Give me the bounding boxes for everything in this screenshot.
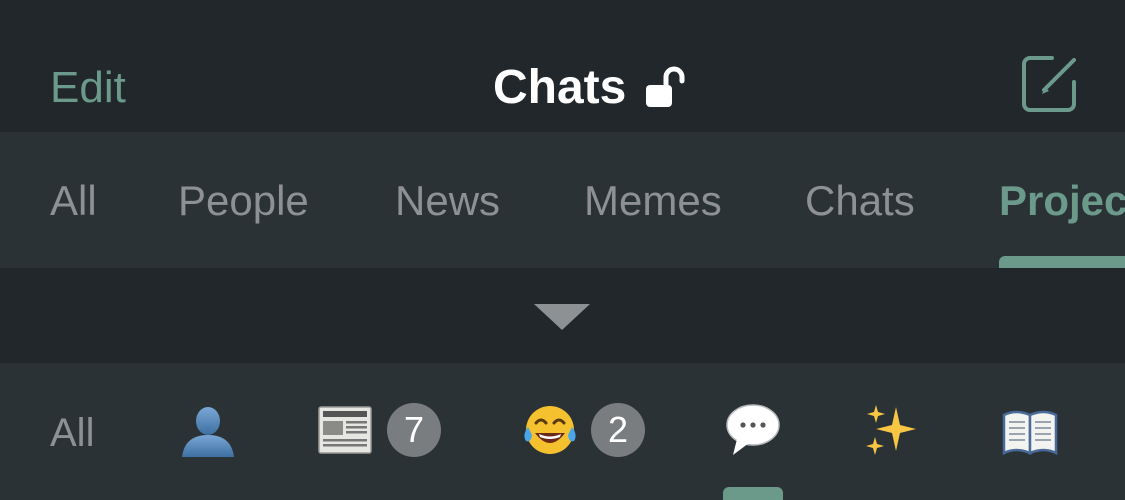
tab-chats[interactable]: Chats <box>805 176 915 226</box>
edit-button[interactable]: Edit <box>50 62 126 114</box>
speech-bubble-icon[interactable] <box>725 401 781 457</box>
tab-projects[interactable]: Projec <box>999 176 1125 226</box>
tab-news[interactable]: News <box>395 176 500 226</box>
collapse-caret-icon[interactable] <box>534 304 590 330</box>
page-title: Chats <box>493 61 627 114</box>
navigation-header: Edit Chats <box>0 0 1125 132</box>
tab-memes[interactable]: Memes <box>584 176 722 226</box>
title-group: Chats <box>493 60 690 116</box>
tab-people[interactable]: People <box>178 176 309 226</box>
unlocked-padlock-icon[interactable] <box>644 65 690 111</box>
filter-tab-bar: All People News Memes Chats Projec <box>0 132 1125 268</box>
icon-tab-all[interactable]: All <box>50 409 94 457</box>
memes-unread-badge: 2 <box>591 403 645 457</box>
tab-all[interactable]: All <box>50 176 97 226</box>
person-silhouette-icon[interactable] <box>180 405 236 457</box>
tears-of-joy-icon[interactable] <box>522 403 578 459</box>
compose-icon[interactable] <box>1018 52 1082 116</box>
active-icon-tab-indicator <box>723 487 783 500</box>
active-tab-indicator <box>999 256 1125 268</box>
news-unread-badge: 7 <box>387 403 441 457</box>
newspaper-icon[interactable] <box>318 405 372 455</box>
icon-tab-bar: All 7 2 <box>0 363 1125 500</box>
chats-screen: Edit Chats All People News Memes Chats P… <box>0 0 1125 500</box>
sparkles-icon[interactable] <box>864 403 918 457</box>
open-book-icon[interactable] <box>1002 407 1058 455</box>
